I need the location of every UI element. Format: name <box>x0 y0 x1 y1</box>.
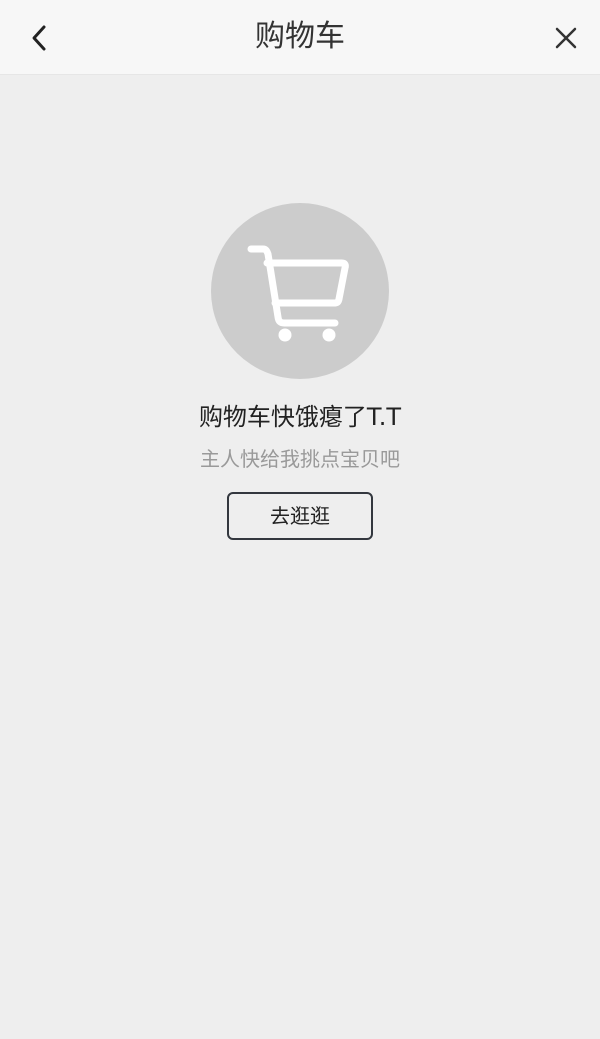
top-nav-bar: 购物车 <box>0 0 600 74</box>
shopping-cart-icon <box>247 245 349 342</box>
page-title: 购物车 <box>255 19 345 54</box>
empty-cart-subtitle: 主人快给我挑点宝贝吧 <box>200 447 400 471</box>
close-button[interactable] <box>546 18 586 58</box>
close-icon <box>555 27 577 49</box>
back-button[interactable] <box>20 18 60 58</box>
go-shopping-button[interactable]: 去逛逛 <box>227 492 373 540</box>
empty-cart-state: 购物车快饿瘪了T.T 主人快给我挑点宝贝吧 去逛逛 <box>0 203 600 540</box>
cart-icon-circle <box>211 203 389 379</box>
chevron-left-icon <box>32 25 46 51</box>
empty-cart-title: 购物车快饿瘪了T.T <box>198 403 402 431</box>
